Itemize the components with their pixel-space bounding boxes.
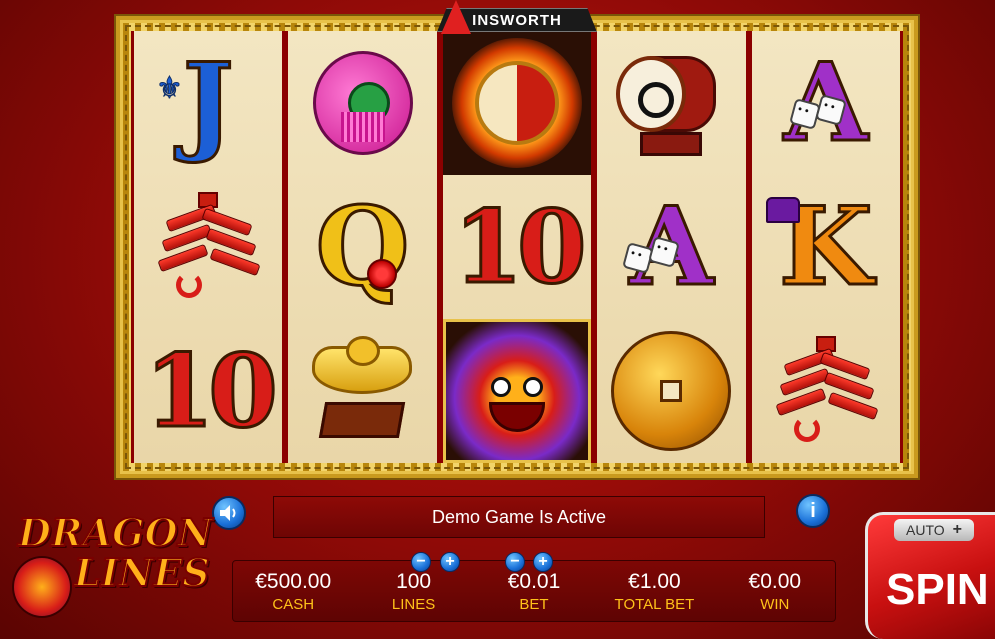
symbol-j: ⚜ J [134,31,282,175]
firecracker-icon [148,192,268,302]
symbol-ten: 10 [443,175,591,319]
game-logo: DRAGON LINES [6,506,213,626]
symbol-letter: 10 [143,332,279,450]
brand-name: INSWORTH [472,11,562,29]
logo-line-2: LINES [73,549,211,596]
symbol-a: A [597,175,745,319]
lines-decrease-button[interactable]: − [411,552,431,572]
reel-2: Q [285,31,440,463]
plus-icon: + [445,553,455,570]
symbol-dragon [442,319,592,463]
reel-3: 10 [439,31,595,463]
symbol-firecracker [134,175,282,319]
total-bet-label: TOTAL BET [614,595,695,613]
gold-ingot-icon [308,336,418,446]
minus-icon: − [416,553,426,570]
lines-value: 100 [396,569,432,593]
win-meter: €0.00 WIN [715,561,835,621]
symbol-letter: 10 [452,188,588,306]
cash-value: €500.00 [255,569,332,593]
status-message-text: Demo Game Is Active [431,506,607,527]
bet-value: €0.01 [507,569,561,593]
lines-increase-button[interactable]: + [440,552,460,572]
reel-frame: ⚜ J 10 Q 10 • • • • • • • • K [114,14,920,480]
spin-button[interactable]: AUTO + SPIN [865,512,995,639]
symbol-a: A [752,31,900,175]
rose-icon [366,259,397,289]
logo-line-1: DRAGON [17,509,213,556]
bet-increase-button[interactable]: + [533,552,553,572]
win-label: WIN [760,595,790,613]
symbol-drum [597,31,745,175]
symbol-firecracker [752,319,900,463]
symbol-lantern [288,31,436,175]
symbol-letter: Q [314,184,411,310]
reel-5: A K [748,31,903,463]
auto-button[interactable]: AUTO + [894,519,974,541]
crown-icon [765,197,800,223]
total-bet-value: €1.00 [628,569,681,593]
yin-yang-dragon-icon [451,38,582,168]
dragon-mascot-icon [12,556,72,618]
sound-button[interactable] [212,496,246,530]
reel-1: ⚜ J 10 [131,31,286,463]
reel-4: A [594,31,749,463]
reel-frame-border: ⚜ J 10 Q 10 • • • • • • • • K [120,20,914,474]
lines-label: LINES [391,595,436,613]
info-icon: i [810,499,816,522]
bet-label: BET [519,595,549,613]
lantern-icon [312,51,413,155]
spin-label: SPIN [886,565,989,614]
symbol-q: Q [288,175,436,319]
drum-icon [616,48,726,158]
auto-label: AUTO [906,522,945,538]
meter-bar: €500.00 CASH 100 LINES €0.01 BET €1.00 T… [232,560,836,622]
coin-icon [611,331,732,451]
bet-meter: €0.01 BET [474,561,594,621]
symbol-letter: J [181,40,235,166]
speaker-icon [220,505,236,521]
status-message: Demo Game Is Active [273,496,765,538]
total-bet-meter: €1.00 TOTAL BET [594,561,714,621]
win-value: €0.00 [748,569,802,593]
dragon-face-icon [442,319,592,463]
fleur-de-lis-icon: ⚜ [156,72,184,106]
bet-decrease-button[interactable]: − [505,552,525,572]
minus-icon: − [510,553,520,570]
firecracker-icon [766,336,886,446]
symbol-coin [597,319,745,463]
symbol-ten: 10 [134,319,282,463]
symbol-k: K [752,175,900,319]
reels: ⚜ J 10 Q 10 • • • • • • • • K [131,31,903,463]
cash-meter: €500.00 CASH [233,561,353,621]
symbol-yin-yang [442,31,592,175]
info-button[interactable]: i [796,494,830,528]
plus-icon: + [538,553,548,570]
auto-plus-icon: + [952,521,962,538]
cash-label: CASH [272,595,315,613]
symbol-ingot [288,319,436,463]
